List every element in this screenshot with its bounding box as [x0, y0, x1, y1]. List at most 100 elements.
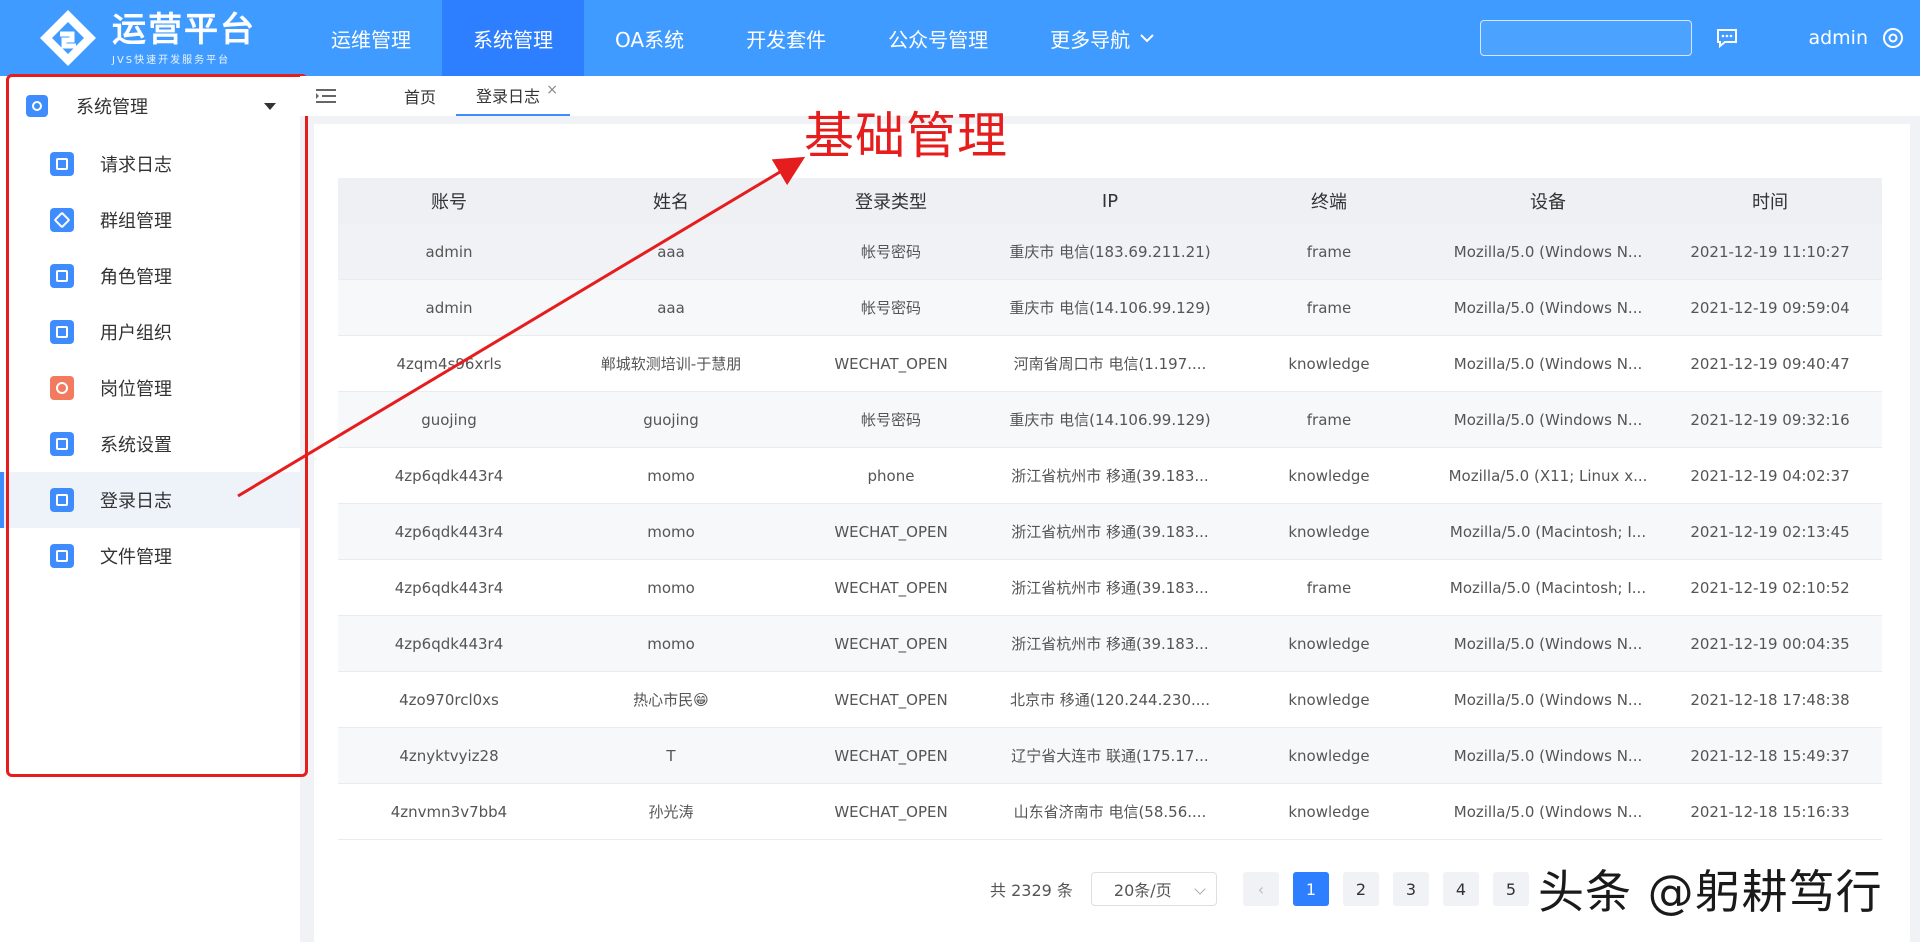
gear-icon [26, 95, 48, 117]
login-log-table: 账号 姓名 登录类型 IP 终端 设备 时间 admin aaa 帐号密码 重庆市 电… [338, 178, 1882, 840]
nav-item-more[interactable]: 更多导航 [1019, 0, 1185, 76]
cell-name: 郸城软测培训-于慧朋 [600, 355, 742, 373]
logo[interactable]: 运营平台 JVS快速开发服务平台 [0, 0, 300, 76]
cell-login-type: 帐号密码 [860, 243, 921, 261]
cell-account: 4zp6qdk443r4 [394, 634, 504, 653]
col-login-type: 登录类型 [855, 192, 927, 213]
table-row[interactable]: 4zo970rcl0xs 热心市民😁 WECHAT_OPEN 北京市 移通(120.2… [338, 672, 1882, 728]
cog-icon [50, 376, 74, 400]
tab-home[interactable]: 首页 [384, 76, 456, 116]
caret-down-icon [264, 102, 276, 110]
page-button-1[interactable]: 1 [1292, 872, 1329, 906]
nav-item-devkit[interactable]: 开发套件 [715, 0, 857, 76]
layers-icon [50, 208, 74, 232]
sidebar-item-login-log[interactable]: 登录日志 [0, 472, 300, 528]
sidebar-item-position[interactable]: 岗位管理 [0, 360, 300, 416]
table-row[interactable]: 4zp6qdk443r4 momo WECHAT_OPEN 浙江省杭州市 移通(39.… [338, 504, 1882, 560]
cell-terminal: knowledge [1288, 802, 1370, 821]
sidebar-item-settings[interactable]: 系统设置 [0, 416, 300, 472]
page-size-select[interactable]: 20条/页 [1090, 872, 1217, 906]
annotation-label: 基础管理 [804, 107, 1008, 165]
logo-subtitle: JVS快速开发服务平台 [112, 54, 231, 66]
search-input[interactable] [1480, 20, 1693, 56]
menu-fold-icon[interactable] [316, 88, 336, 104]
sidebar-item-files[interactable]: 文件管理 [0, 528, 300, 584]
cell-name: momo [647, 634, 695, 653]
table-row[interactable]: admin aaa 帐号密码 重庆市 电信(14.106.99.129) frame Mo… [338, 280, 1882, 336]
cell-account: 4znyktvyiz28 [399, 746, 499, 765]
sidebar-item-label: 请求日志 [100, 155, 172, 176]
cell-device: Mozilla/5.0 (Windows N... [1453, 634, 1643, 653]
sidebar-item-role[interactable]: 角色管理 [0, 248, 300, 304]
page-button-2[interactable]: 2 [1342, 872, 1379, 906]
cell-account: 4zp6qdk443r4 [394, 578, 504, 597]
cell-time: 2021-12-19 09:40:47 [1690, 354, 1850, 373]
page-button-3[interactable]: 3 [1392, 872, 1429, 906]
settings-icon[interactable] [1882, 27, 1904, 49]
table-row[interactable]: admin aaa 帐号密码 重庆市 电信(183.69.211.21) frame Mo… [338, 224, 1882, 280]
sidebar-item-group[interactable]: 群组管理 [0, 192, 300, 248]
user-name[interactable]: admin [1808, 27, 1868, 49]
col-time: 时间 [1752, 192, 1788, 213]
cell-account: 4zp6qdk443r4 [394, 466, 504, 485]
cell-terminal: knowledge [1288, 466, 1370, 485]
nav-item-oa[interactable]: OA系统 [584, 0, 715, 76]
chevron-down-icon [1194, 883, 1206, 895]
cell-device: Mozilla/5.0 (Windows N... [1453, 746, 1643, 765]
cell-device: Mozilla/5.0 (Windows N... [1453, 690, 1643, 709]
cell-account: admin [425, 298, 473, 317]
cell-terminal: knowledge [1288, 690, 1370, 709]
cell-device: Mozilla/5.0 (Windows N... [1453, 242, 1643, 261]
close-icon[interactable]: × [546, 82, 558, 98]
cell-name: aaa [657, 242, 685, 261]
cell-name: T [666, 746, 676, 765]
cell-name: momo [647, 522, 695, 541]
cell-name: guojing [643, 410, 699, 429]
nav-item-wechat[interactable]: 公众号管理 [857, 0, 1019, 76]
cell-name: momo [647, 578, 695, 597]
prev-page-button[interactable]: ‹ [1242, 872, 1279, 906]
table-row[interactable]: 4zp6qdk443r4 momo WECHAT_OPEN 浙江省杭州市 移通(39.… [338, 560, 1882, 616]
sidebar-group-system[interactable]: 系统管理 [0, 76, 300, 136]
message-icon[interactable] [1716, 28, 1738, 48]
cell-ip: 浙江省杭州市 移通(39.183... [1011, 523, 1209, 541]
sidebar-item-request-log[interactable]: 请求日志 [0, 136, 300, 192]
main-nav: 运维管理 系统管理 OA系统 开发套件 公众号管理 更多导航 [300, 0, 1185, 76]
cell-ip: 辽宁省大连市 联通(175.17... [1011, 747, 1209, 765]
tab-login-log[interactable]: 登录日志 × [456, 76, 571, 116]
cell-terminal: frame [1306, 410, 1352, 429]
nav-item-ops[interactable]: 运维管理 [300, 0, 442, 76]
table-row[interactable]: 4zp6qdk443r4 momo WECHAT_OPEN 浙江省杭州市 移通(39.… [338, 616, 1882, 672]
table-row[interactable]: 4zp6qdk443r4 momo phone 浙江省杭州市 移通(39.183...… [338, 448, 1882, 504]
sidebar-item-label: 文件管理 [100, 547, 172, 568]
cell-time: 2021-12-18 17:48:38 [1690, 690, 1850, 709]
cell-terminal: frame [1306, 242, 1352, 261]
cell-terminal: knowledge [1288, 746, 1370, 765]
tab-label: 登录日志 [476, 87, 541, 106]
cell-login-type: WECHAT_OPEN [834, 802, 948, 821]
nav-item-system[interactable]: 系统管理 [442, 0, 584, 76]
page-button-4[interactable]: 4 [1442, 872, 1479, 906]
sidebar-item-label: 角色管理 [100, 267, 172, 288]
chevron-down-icon [1140, 34, 1154, 43]
top-navbar: 运营平台 JVS快速开发服务平台 运维管理 系统管理 OA系统 开发套件 公众号… [0, 0, 1920, 76]
cell-terminal: frame [1306, 578, 1352, 597]
table-row[interactable]: 4zqm4s96xrls 郸城软测培训-于慧朋 WECHAT_OPEN 河南省周口市 … [338, 336, 1882, 392]
page-button-5[interactable]: 5 [1492, 872, 1529, 906]
cell-time: 2021-12-19 04:02:37 [1690, 466, 1850, 485]
cell-name: momo [647, 466, 695, 485]
table-row[interactable]: 4znyktvyiz28 T WECHAT_OPEN 辽宁省大连市 联通(175.17… [338, 728, 1882, 784]
cell-ip: 重庆市 电信(14.106.99.129) [1009, 299, 1211, 317]
pagination: 共 2329 条 20条/页 ‹ 1 2 3 4 5 [990, 872, 1543, 906]
cell-account: 4zo970rcl0xs [399, 690, 499, 709]
col-ip: IP [1101, 190, 1119, 212]
table-row[interactable]: guojing guojing 帐号密码 重庆市 电信(14.106.99.129) f… [338, 392, 1882, 448]
cell-login-type: WECHAT_OPEN [834, 354, 948, 373]
cell-login-type: WECHAT_OPEN [834, 746, 948, 765]
table-row[interactable]: 4znvmn3v7bb4 孙光涛 WECHAT_OPEN 山东省济南市 电信(58.5… [338, 784, 1882, 840]
cell-name: aaa [657, 298, 685, 317]
cell-device: Mozilla/5.0 (Windows N... [1453, 410, 1643, 429]
cell-device: Mozilla/5.0 (Windows N... [1453, 298, 1643, 317]
sidebar-item-user-org[interactable]: 用户组织 [0, 304, 300, 360]
cell-ip: 浙江省杭州市 移通(39.183... [1011, 467, 1209, 485]
